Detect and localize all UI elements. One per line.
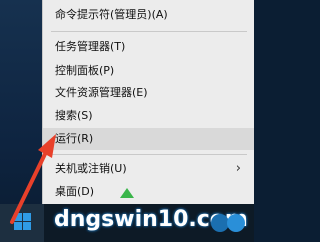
cursor-marker-icon <box>120 188 134 198</box>
menu-item-control-panel[interactable]: 控制面板(P) <box>43 60 254 82</box>
desktop: 命令提示符(管理员)(A) 任务管理器(T) 控制面板(P) 文件资源管理器(E… <box>0 0 254 242</box>
menu-separator <box>51 31 247 32</box>
chevron-right-icon: › <box>235 161 241 176</box>
menu-item-label: 桌面(D) <box>55 185 95 198</box>
start-context-menu: 命令提示符(管理员)(A) 任务管理器(T) 控制面板(P) 文件资源管理器(E… <box>42 0 254 204</box>
windows-logo-icon <box>14 213 31 230</box>
menu-item-shutdown-signout[interactable]: 关机或注销(U) › <box>43 158 254 180</box>
menu-item-file-explorer[interactable]: 文件资源管理器(E) <box>43 82 254 104</box>
menu-item-label: 命令提示符(管理员)(A) <box>55 8 168 21</box>
menu-item-label: 文件资源管理器(E) <box>55 86 148 99</box>
menu-separator <box>51 154 247 155</box>
menu-item-task-manager[interactable]: 任务管理器(T) <box>43 36 254 58</box>
menu-item-run[interactable]: 运行(R) <box>43 128 254 150</box>
menu-item-cmd-admin[interactable]: 命令提示符(管理员)(A) <box>43 4 254 26</box>
menu-item-label: 控制面板(P) <box>55 64 115 77</box>
menu-item-search[interactable]: 搜索(S) <box>43 105 254 127</box>
menu-item-label: 运行(R) <box>55 132 94 145</box>
menu-item-label: 关机或注销(U) <box>55 162 127 175</box>
menu-item-label: 任务管理器(T) <box>55 40 126 53</box>
menu-item-label: 搜索(S) <box>55 109 93 122</box>
menu-item-desktop[interactable]: 桌面(D) <box>43 181 254 203</box>
watermark-badge-icon <box>211 214 245 232</box>
